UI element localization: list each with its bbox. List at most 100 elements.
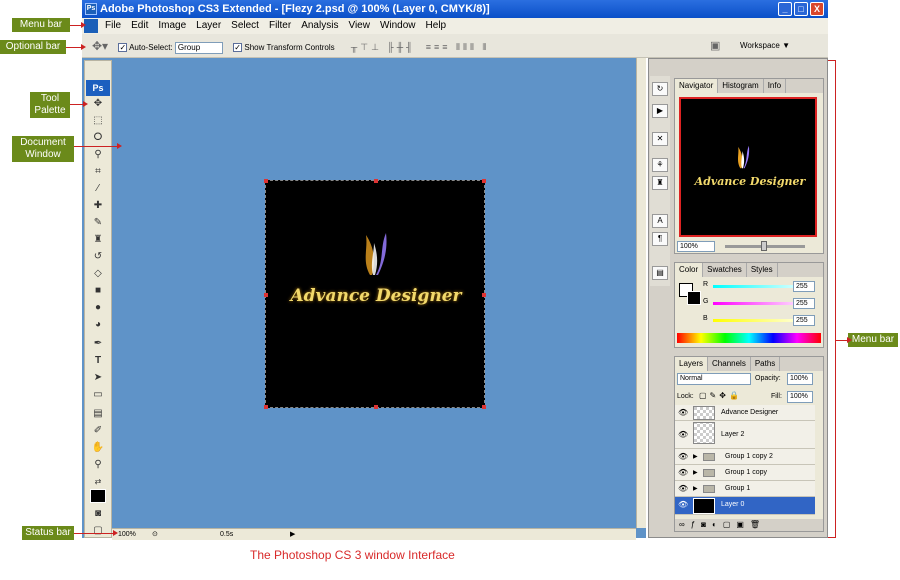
auto-select-checkbox[interactable]: ✓: [118, 43, 128, 53]
vertical-scrollbar[interactable]: [636, 58, 646, 528]
brushes-panel-icon[interactable]: ⚘: [652, 158, 668, 172]
menu-analysis[interactable]: Analysis: [296, 18, 343, 34]
clone-stamp-icon[interactable]: ♜: [88, 233, 108, 247]
menu-layer[interactable]: Layer: [191, 18, 226, 34]
document-canvas[interactable]: Advance Designer: [264, 179, 486, 409]
swap-colors-icon[interactable]: ⇄: [88, 475, 108, 489]
menu-help[interactable]: Help: [421, 18, 452, 34]
gradient-tool-icon[interactable]: ■: [88, 284, 108, 298]
foreground-color-swatch[interactable]: [90, 489, 106, 503]
expand-arrow-icon[interactable]: ▶: [693, 481, 698, 497]
eyedropper-2-icon[interactable]: ✐: [88, 424, 108, 438]
layer-group-row[interactable]: 👁 ▶ Group 1 copy 2: [675, 449, 815, 465]
type-tool-icon[interactable]: T: [88, 354, 108, 368]
hand-tool-icon[interactable]: ✋: [88, 441, 108, 455]
visibility-eye-icon[interactable]: 👁: [678, 481, 688, 497]
layer-row[interactable]: 👁 Layer 2: [675, 421, 815, 449]
move-tool-icon[interactable]: ✥▾: [92, 39, 108, 53]
blend-mode-dropdown[interactable]: Normal: [677, 373, 751, 385]
menu-window[interactable]: Window: [375, 18, 421, 34]
auto-select-dropdown[interactable]: Group: [174, 41, 223, 54]
navigator-zoom-field[interactable]: 100%: [677, 241, 715, 252]
magic-wand-icon[interactable]: ⚲: [88, 148, 108, 162]
transform-handle[interactable]: [374, 405, 378, 409]
menu-filter[interactable]: Filter: [264, 18, 296, 34]
visibility-eye-icon[interactable]: 👁: [678, 449, 688, 465]
history-brush-icon[interactable]: ↺: [88, 250, 108, 264]
b-value[interactable]: 255: [793, 315, 815, 326]
distribute-icons[interactable]: ≡≡≡ ⦀⦀⦀ ⫴: [426, 42, 489, 52]
minimize-button[interactable]: _: [778, 2, 792, 16]
eyedropper-icon[interactable]: ⁄: [88, 182, 108, 196]
expand-arrow-icon[interactable]: ▶: [693, 465, 698, 481]
tab-color[interactable]: Color: [675, 263, 704, 277]
show-transform-checkbox[interactable]: ✓: [233, 43, 243, 53]
menu-file[interactable]: File: [100, 18, 126, 34]
actions-panel-icon[interactable]: ▶: [652, 104, 668, 118]
tool-presets-icon[interactable]: ✕: [652, 132, 668, 146]
marquee-tool-icon[interactable]: ⬚: [88, 114, 108, 128]
transform-handle[interactable]: [264, 179, 268, 183]
workspace-menu[interactable]: Workspace ▼: [740, 34, 790, 58]
transform-handle[interactable]: [264, 293, 268, 297]
notes-tool-icon[interactable]: ▤: [88, 407, 108, 421]
paragraph-panel-icon[interactable]: ¶: [652, 232, 668, 246]
status-menu-arrow-icon[interactable]: ▶: [290, 529, 295, 541]
maximize-button[interactable]: □: [794, 2, 808, 16]
visibility-eye-icon[interactable]: 👁: [678, 405, 688, 421]
transform-handle[interactable]: [482, 293, 486, 297]
transform-handle[interactable]: [374, 179, 378, 183]
blur-tool-icon[interactable]: ●: [88, 301, 108, 315]
layer-comps-icon[interactable]: ▤: [652, 266, 668, 280]
r-value[interactable]: 255: [793, 281, 815, 292]
visibility-eye-icon[interactable]: 👁: [678, 421, 688, 449]
layer-row-selected[interactable]: 👁 Layer 0: [675, 497, 815, 515]
menu-edit[interactable]: Edit: [126, 18, 153, 34]
transform-handle[interactable]: [482, 405, 486, 409]
lasso-tool-icon[interactable]: ⵔ: [88, 131, 108, 145]
background-swatch[interactable]: [687, 291, 701, 305]
align-icons[interactable]: ╥⊤⊥ ╟╫╢: [351, 42, 416, 52]
zoom-tool-icon[interactable]: ⚲: [88, 458, 108, 472]
zoom-slider-thumb[interactable]: [761, 241, 767, 251]
tab-swatches[interactable]: Swatches: [703, 263, 747, 277]
menu-view[interactable]: View: [343, 18, 375, 34]
move-tool-icon[interactable]: ✥: [88, 97, 108, 111]
visibility-eye-icon[interactable]: 👁: [678, 465, 688, 481]
close-button[interactable]: X: [810, 2, 824, 16]
dodge-tool-icon[interactable]: ◕: [88, 318, 108, 332]
tab-styles[interactable]: Styles: [747, 263, 778, 277]
lock-icons[interactable]: ▢✎✥🔒: [699, 391, 742, 400]
zoom-level[interactable]: 100%: [118, 529, 136, 541]
visibility-eye-icon[interactable]: 👁: [678, 497, 688, 513]
tab-navigator[interactable]: Navigator: [675, 79, 719, 93]
opacity-field[interactable]: 100%: [787, 373, 813, 385]
tab-channels[interactable]: Channels: [708, 357, 751, 371]
history-panel-icon[interactable]: ↻: [652, 82, 668, 96]
shape-tool-icon[interactable]: ▭: [88, 388, 108, 402]
layer-group-row[interactable]: 👁 ▶ Group 1: [675, 481, 815, 497]
layer-group-row[interactable]: 👁 ▶ Group 1 copy: [675, 465, 815, 481]
expand-arrow-icon[interactable]: ▶: [693, 449, 698, 465]
tab-paths[interactable]: Paths: [751, 357, 781, 371]
tab-histogram[interactable]: Histogram: [718, 79, 764, 93]
menu-select[interactable]: Select: [226, 18, 264, 34]
layer-actions-bar[interactable]: ∞ƒ◙◐▢▣🗑: [675, 519, 823, 531]
eraser-icon[interactable]: ◇: [88, 267, 108, 281]
clone-source-icon[interactable]: ♜: [652, 176, 668, 190]
transform-handle[interactable]: [482, 179, 486, 183]
workspace-icon[interactable]: ▣: [710, 34, 720, 58]
tab-info[interactable]: Info: [764, 79, 787, 93]
tab-layers[interactable]: Layers: [675, 357, 709, 371]
menu-image[interactable]: Image: [153, 18, 191, 34]
g-value[interactable]: 255: [793, 298, 815, 309]
transform-handle[interactable]: [264, 405, 268, 409]
character-panel-icon[interactable]: A: [652, 214, 668, 228]
quick-mask-icon[interactable]: ◙: [88, 507, 108, 521]
color-ramp[interactable]: [677, 333, 821, 343]
fill-field[interactable]: 100%: [787, 391, 813, 403]
healing-brush-icon[interactable]: ✚: [88, 199, 108, 213]
brush-tool-icon[interactable]: ✎: [88, 216, 108, 230]
screen-mode-icon[interactable]: ▢: [88, 524, 108, 538]
path-select-icon[interactable]: ➤: [88, 371, 108, 385]
